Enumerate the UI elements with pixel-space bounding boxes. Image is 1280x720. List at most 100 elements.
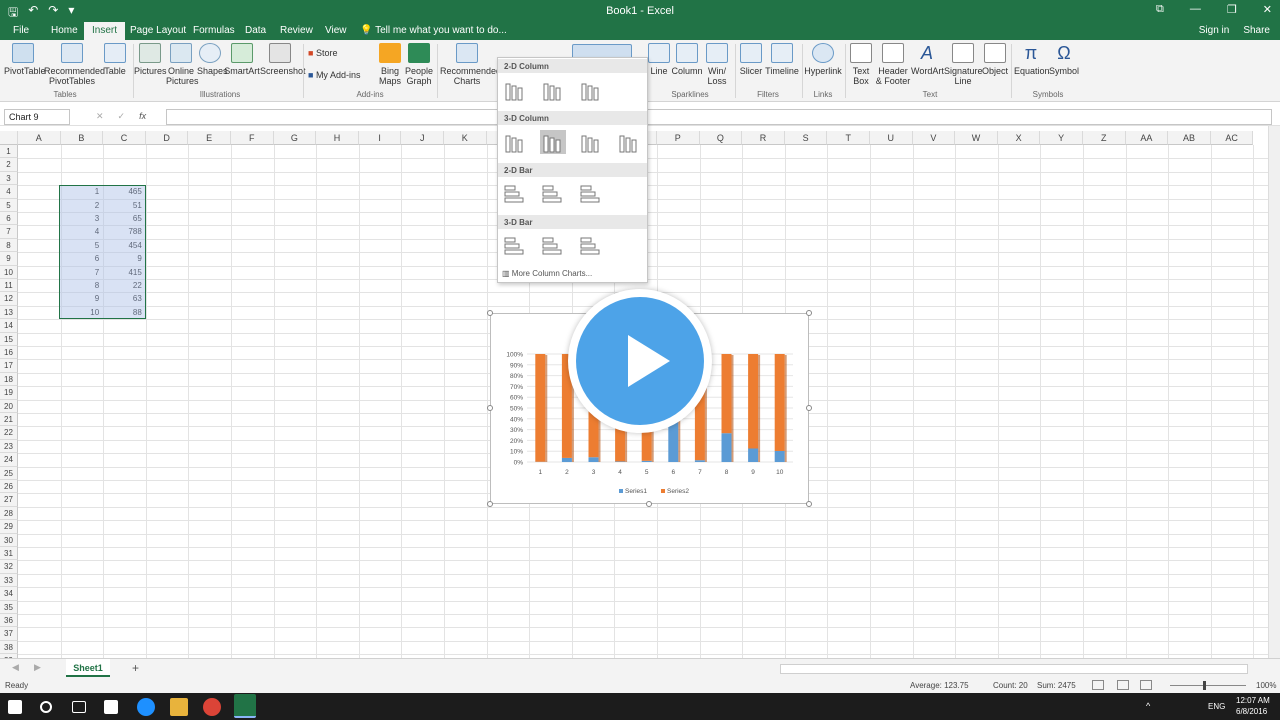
row-header-5[interactable]: 5 bbox=[0, 198, 18, 212]
chart-option-2d-column-2[interactable] bbox=[540, 78, 566, 102]
row-header-16[interactable]: 16 bbox=[0, 346, 18, 360]
row-header-37[interactable]: 37 bbox=[0, 627, 18, 641]
my-addins-button[interactable]: ■ My Add-ins bbox=[308, 70, 360, 80]
row-header-31[interactable]: 31 bbox=[0, 547, 18, 561]
timeline-button[interactable]: Timeline bbox=[765, 43, 799, 76]
horizontal-scrollbar[interactable] bbox=[780, 664, 1248, 674]
online-pictures-button[interactable]: Online Pictures bbox=[166, 43, 199, 86]
recommended-charts-button[interactable]: Recommended Charts bbox=[440, 43, 501, 86]
normal-view-icon[interactable] bbox=[1092, 680, 1104, 690]
row-header-32[interactable]: 32 bbox=[0, 560, 18, 574]
hyperlink-button[interactable]: Hyperlink bbox=[804, 43, 842, 76]
row-header-36[interactable]: 36 bbox=[0, 614, 18, 628]
row-header-14[interactable]: 14 bbox=[0, 319, 18, 333]
sheet-nav-prev-icon[interactable]: ◀ bbox=[12, 662, 19, 673]
row-header-33[interactable]: 33 bbox=[0, 573, 18, 588]
row-header-19[interactable]: 19 bbox=[0, 386, 18, 400]
row-header-25[interactable]: 25 bbox=[0, 466, 18, 480]
enter-icon[interactable]: ✓ bbox=[118, 111, 126, 122]
zoom-slider[interactable] bbox=[1170, 685, 1246, 686]
row-header-17[interactable]: 17 bbox=[0, 359, 18, 373]
column-header-p[interactable]: P bbox=[657, 131, 700, 145]
clock-time[interactable]: 12:07 AM bbox=[1236, 696, 1270, 705]
tab-data[interactable]: Data bbox=[245, 25, 266, 36]
column-header-k[interactable]: K bbox=[444, 131, 487, 145]
tab-file[interactable]: File bbox=[13, 25, 29, 36]
chart-option-3d-column-4[interactable] bbox=[616, 130, 642, 154]
row-header-35[interactable]: 35 bbox=[0, 600, 18, 614]
row-header-18[interactable]: 18 bbox=[0, 372, 18, 387]
chart-option-2d-bar-2[interactable] bbox=[540, 182, 566, 206]
chart-option-2d-column-1[interactable] bbox=[502, 78, 528, 102]
wordart-button[interactable]: A WordArt bbox=[911, 43, 944, 76]
task-view-icon[interactable] bbox=[72, 701, 86, 713]
chart-option-2d-bar-3[interactable] bbox=[578, 182, 604, 206]
sheet-tab-sheet1[interactable]: Sheet1 bbox=[66, 659, 110, 677]
pictures-button[interactable]: Pictures bbox=[134, 43, 167, 76]
text-box-button[interactable]: Text Box bbox=[849, 43, 873, 86]
chart-option-2d-bar-1[interactable] bbox=[502, 182, 528, 206]
column-header-z[interactable]: Z bbox=[1083, 131, 1126, 145]
header-footer-button[interactable]: Header & Footer bbox=[875, 43, 911, 86]
chart-resize-handle[interactable] bbox=[806, 310, 812, 316]
excel-app-icon[interactable] bbox=[234, 694, 256, 718]
tab-home[interactable]: Home bbox=[51, 25, 78, 36]
slicer-button[interactable]: Slicer bbox=[738, 43, 764, 76]
share-button[interactable]: Share bbox=[1243, 25, 1270, 36]
cancel-icon[interactable]: ✕ bbox=[96, 111, 104, 122]
row-header-3[interactable]: 3 bbox=[0, 171, 18, 186]
row-header-13[interactable]: 13 bbox=[0, 305, 18, 320]
store-app-icon[interactable] bbox=[104, 700, 118, 714]
formula-input[interactable] bbox=[166, 109, 1272, 125]
row-header-2[interactable]: 2 bbox=[0, 158, 18, 172]
smartart-button[interactable]: SmartArt bbox=[224, 43, 260, 76]
row-header-1[interactable]: 1 bbox=[0, 145, 18, 159]
row-header-29[interactable]: 29 bbox=[0, 520, 18, 534]
row-header-34[interactable]: 34 bbox=[0, 587, 18, 601]
column-header-ac[interactable]: AC bbox=[1210, 131, 1254, 145]
row-header-21[interactable]: 21 bbox=[0, 413, 18, 427]
column-header-q[interactable]: Q bbox=[699, 131, 743, 145]
select-all-corner[interactable] bbox=[0, 131, 18, 145]
row-header-9[interactable]: 9 bbox=[0, 252, 18, 266]
column-header-g[interactable]: G bbox=[273, 131, 317, 145]
column-header-v[interactable]: V bbox=[912, 131, 956, 145]
screenshot-button[interactable]: Screenshot bbox=[260, 43, 306, 76]
chart-resize-handle[interactable] bbox=[487, 501, 493, 507]
minimize-button[interactable]: — bbox=[1190, 3, 1201, 16]
pivottable-button[interactable]: PivotTable bbox=[4, 43, 46, 76]
page-layout-view-icon[interactable] bbox=[1117, 680, 1129, 690]
zoom-slider-thumb[interactable] bbox=[1203, 681, 1206, 690]
chart-resize-handle[interactable] bbox=[806, 501, 812, 507]
chart-resize-handle[interactable] bbox=[806, 405, 812, 411]
language-indicator[interactable]: ENG bbox=[1208, 702, 1225, 711]
column-header-j[interactable]: J bbox=[401, 131, 444, 145]
column-header-d[interactable]: D bbox=[145, 131, 189, 145]
chart-option-3d-bar-3[interactable] bbox=[578, 234, 604, 258]
row-header-6[interactable]: 6 bbox=[0, 212, 18, 226]
tab-formulas[interactable]: Formulas bbox=[193, 25, 235, 36]
row-header-4[interactable]: 4 bbox=[0, 185, 18, 199]
tell-me-search[interactable]: 💡 Tell me what you want to do... bbox=[360, 25, 507, 36]
column-header-r[interactable]: R bbox=[742, 131, 785, 145]
column-header-ab[interactable]: AB bbox=[1168, 131, 1211, 145]
vertical-scrollbar[interactable] bbox=[1268, 126, 1280, 658]
row-header-8[interactable]: 8 bbox=[0, 238, 18, 253]
symbol-button[interactable]: Ω Symbol bbox=[1048, 43, 1080, 76]
column-header-t[interactable]: T bbox=[827, 131, 870, 145]
chart-option-2d-column-3[interactable] bbox=[578, 78, 604, 102]
row-header-22[interactable]: 22 bbox=[0, 426, 18, 440]
restore-button[interactable]: ❐ bbox=[1227, 3, 1237, 16]
tab-page-layout[interactable]: Page Layout bbox=[130, 25, 186, 36]
file-explorer-icon[interactable] bbox=[170, 698, 188, 716]
chart-option-3d-column-1[interactable] bbox=[502, 130, 528, 154]
row-header-11[interactable]: 11 bbox=[0, 279, 18, 293]
signature-line-button[interactable]: Signature Line bbox=[944, 43, 983, 86]
chart-resize-handle[interactable] bbox=[646, 501, 652, 507]
row-header-28[interactable]: 28 bbox=[0, 506, 18, 521]
ribbon-display-options-icon[interactable]: ⧉ bbox=[1156, 3, 1164, 16]
clock-date[interactable]: 6/8/2016 bbox=[1236, 707, 1267, 716]
people-graph-button[interactable]: People Graph bbox=[404, 43, 434, 86]
sign-in-link[interactable]: Sign in bbox=[1199, 25, 1230, 36]
name-box[interactable]: Chart 9 bbox=[4, 109, 70, 125]
